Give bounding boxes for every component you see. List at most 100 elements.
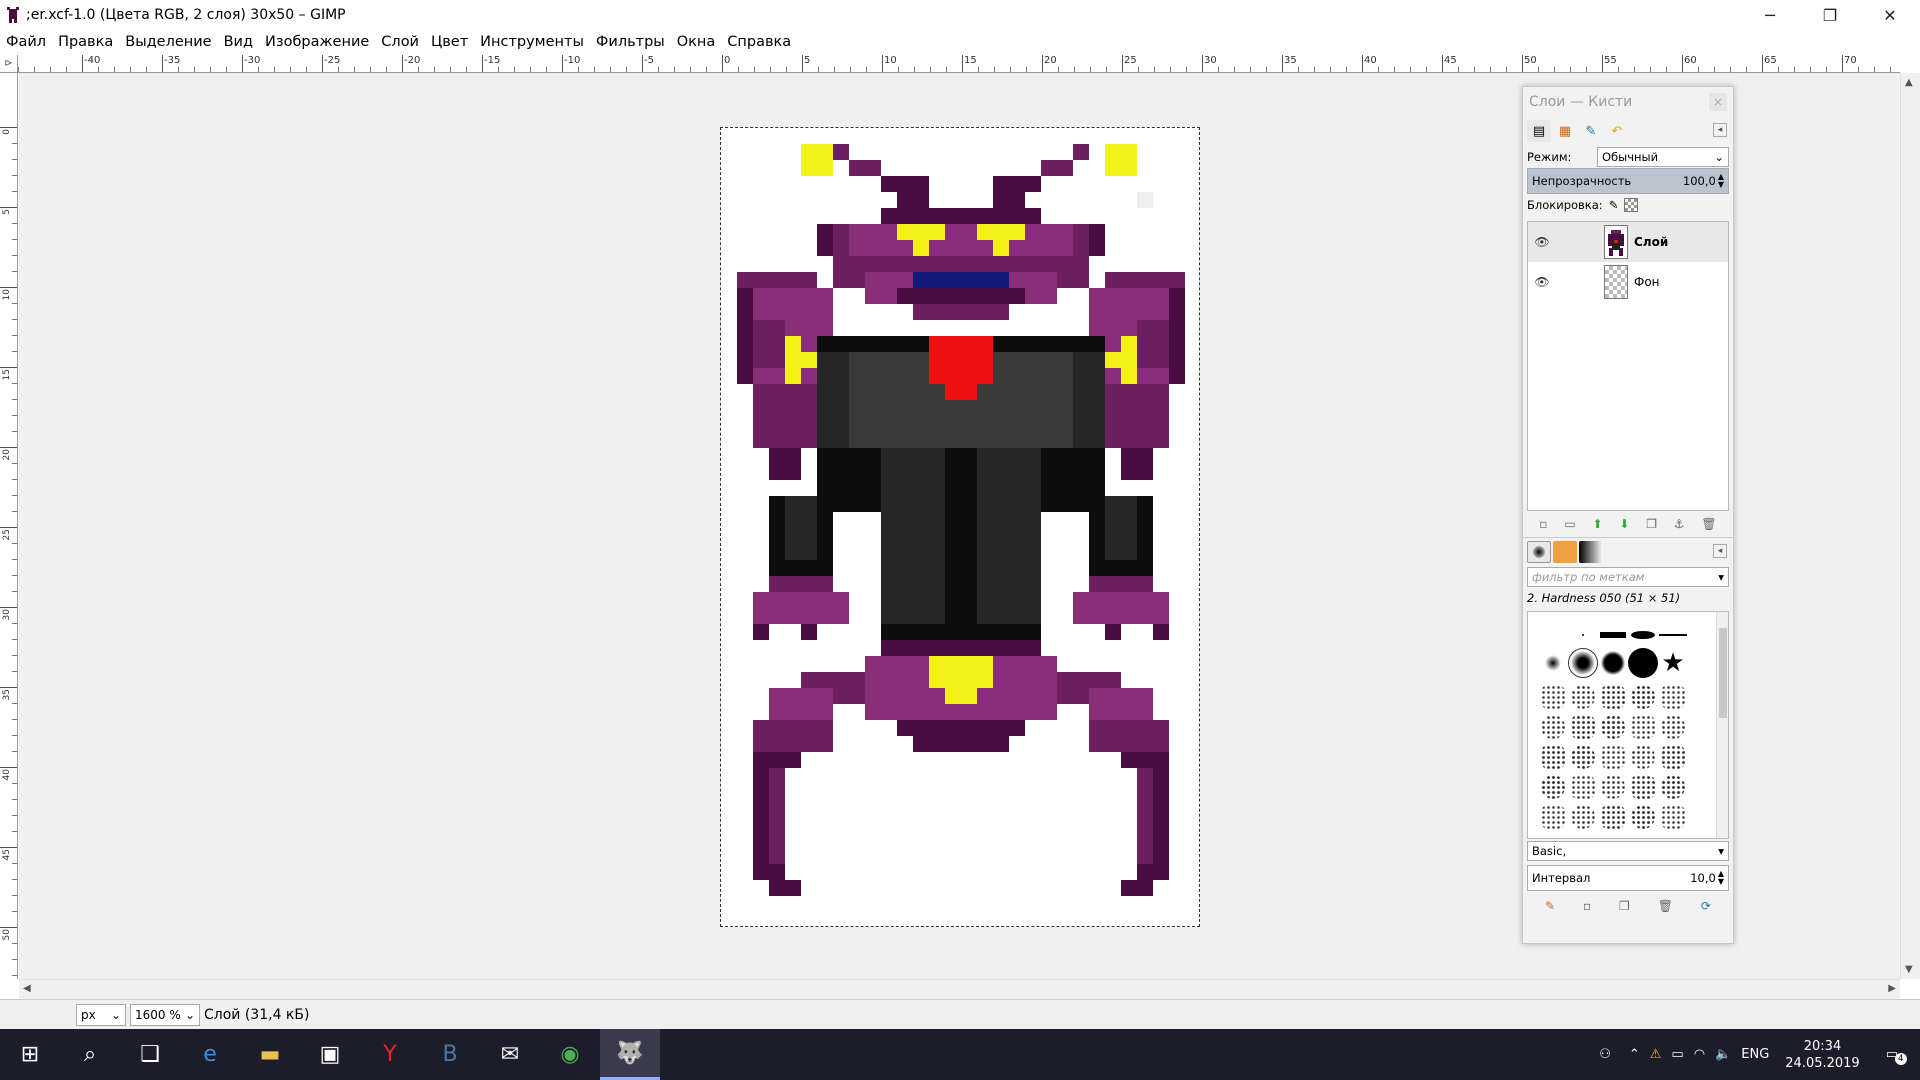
brush-soft-small-icon[interactable]: [1538, 648, 1568, 678]
visibility-eye-icon[interactable]: 👁: [1528, 275, 1556, 289]
tab-layers-icon[interactable]: ▤: [1527, 120, 1551, 142]
menu-help[interactable]: Справка: [721, 34, 797, 50]
brush-texture-icon[interactable]: [1598, 772, 1628, 802]
duplicate-brush-icon[interactable]: ❐: [1619, 899, 1630, 913]
layer-name[interactable]: Фон: [1634, 275, 1660, 289]
start-windows-icon[interactable]: ⊞: [0, 1029, 60, 1080]
tab-paths-icon[interactable]: ✎: [1579, 120, 1603, 142]
clock[interactable]: 20:34 24.05.2019: [1785, 1038, 1859, 1072]
dock-menu-icon[interactable]: ◂: [1713, 544, 1727, 558]
battery-icon[interactable]: ▭: [1671, 1047, 1683, 1062]
minimize-button[interactable]: ─: [1740, 0, 1800, 30]
layers-list[interactable]: 👁 Слой 👁 Фон: [1527, 221, 1729, 511]
horizontal-scrollbar[interactable]: ◀ ▶: [19, 979, 1900, 999]
brush-texture-icon[interactable]: [1598, 802, 1628, 832]
menu-windows[interactable]: Окна: [671, 34, 722, 50]
brush-texture-icon[interactable]: [1628, 682, 1658, 712]
brush-texture-icon[interactable]: [1538, 772, 1568, 802]
new-group-icon[interactable]: ▭: [1564, 517, 1575, 531]
brush-hardness-075-icon[interactable]: [1598, 648, 1628, 678]
vertical-scrollbar[interactable]: ▲ ▼: [1900, 73, 1920, 979]
notifications-button[interactable]: ▭ 4: [1886, 1047, 1907, 1065]
brush-dot-small-icon[interactable]: [1568, 620, 1598, 650]
brush-texture-icon[interactable]: [1628, 772, 1658, 802]
scroll-left-icon[interactable]: ◀: [23, 983, 31, 994]
wifi-icon[interactable]: ◠: [1694, 1047, 1705, 1062]
brush-texture-icon[interactable]: [1598, 712, 1628, 742]
duplicate-layer-icon[interactable]: ❐: [1646, 517, 1657, 531]
file-explorer-icon[interactable]: ▬: [240, 1029, 300, 1080]
maximize-button[interactable]: ❐: [1800, 0, 1860, 30]
visibility-eye-icon[interactable]: 👁: [1528, 235, 1556, 249]
menu-image[interactable]: Изображение: [259, 34, 375, 50]
opacity-slider[interactable]: Непрозрачность 100,0 ▲ ▼: [1527, 168, 1729, 194]
brush-texture-icon[interactable]: [1658, 802, 1688, 832]
tab-undo-icon[interactable]: ↶: [1605, 120, 1629, 142]
brush-texture-icon[interactable]: [1658, 712, 1688, 742]
tab-brushes-icon[interactable]: [1527, 540, 1551, 563]
raise-layer-icon[interactable]: ⬆: [1592, 517, 1602, 531]
brush-hardness-050-icon[interactable]: [1568, 648, 1598, 678]
refresh-brushes-icon[interactable]: ⟳: [1701, 899, 1711, 913]
menu-edit[interactable]: Правка: [52, 34, 119, 50]
edit-brush-icon[interactable]: ✎: [1545, 899, 1555, 913]
warning-icon[interactable]: ⚠: [1650, 1047, 1662, 1062]
brush-texture-icon[interactable]: [1658, 682, 1688, 712]
brush-hardness-100-icon[interactable]: [1628, 648, 1658, 678]
tab-gradients-icon[interactable]: [1579, 540, 1603, 563]
image-canvas[interactable]: [720, 127, 1200, 927]
brush-ellipse-icon[interactable]: [1628, 620, 1658, 650]
layer-row-active[interactable]: 👁 Слой: [1528, 222, 1728, 262]
task-view-icon[interactable]: ❑: [120, 1029, 180, 1080]
dock-close-button[interactable]: ×: [1709, 93, 1727, 111]
ruler-corner-button[interactable]: ⊳: [0, 55, 18, 73]
brush-texture-icon[interactable]: [1598, 682, 1628, 712]
store-icon[interactable]: ▣: [300, 1029, 360, 1080]
spinner-icon[interactable]: ▲ ▼: [1718, 173, 1724, 189]
brush-star-icon[interactable]: ★: [1658, 648, 1688, 678]
language-indicator[interactable]: ENG: [1741, 1047, 1769, 1062]
brush-texture-icon[interactable]: [1568, 802, 1598, 832]
gimp-taskbar-icon[interactable]: 🐺: [600, 1029, 660, 1080]
spacing-slider[interactable]: Интервал 10,0 ▲ ▼: [1527, 865, 1729, 891]
brush-tag-input[interactable]: Basic, ▾: [1527, 841, 1729, 861]
people-icon[interactable]: ⚇: [1599, 1047, 1611, 1062]
menu-layer[interactable]: Слой: [375, 34, 425, 50]
mail-icon[interactable]: ✉: [480, 1029, 540, 1080]
brush-texture-icon[interactable]: [1538, 742, 1568, 772]
brush-filter-input[interactable]: фильтр по меткам ▾: [1527, 567, 1729, 587]
scroll-down-icon[interactable]: ▼: [1905, 964, 1913, 975]
dock-menu-icon[interactable]: ◂: [1713, 123, 1727, 137]
brush-texture-icon[interactable]: [1628, 802, 1658, 832]
brush-texture-icon[interactable]: [1568, 682, 1598, 712]
brush-texture-icon[interactable]: [1568, 712, 1598, 742]
menu-file[interactable]: Файл: [0, 34, 52, 50]
scroll-up-icon[interactable]: ▲: [1905, 77, 1913, 88]
new-layer-icon[interactable]: ▫: [1539, 517, 1547, 531]
new-brush-icon[interactable]: ▫: [1583, 899, 1591, 913]
unit-select[interactable]: px ⌄: [76, 1003, 126, 1026]
brush-texture-icon[interactable]: [1658, 772, 1688, 802]
delete-layer-icon[interactable]: 🗑: [1701, 517, 1716, 531]
edge-icon[interactable]: e: [180, 1029, 240, 1080]
brush-scrollbar[interactable]: [1716, 612, 1728, 838]
brush-texture-icon[interactable]: [1538, 712, 1568, 742]
brush-texture-icon[interactable]: [1538, 682, 1568, 712]
brush-texture-icon[interactable]: [1598, 742, 1628, 772]
lock-alpha-icon[interactable]: [1624, 198, 1639, 212]
brush-texture-icon[interactable]: [1568, 742, 1598, 772]
yandex-browser-icon[interactable]: Y: [360, 1029, 420, 1080]
anchor-layer-icon[interactable]: ⚓: [1674, 517, 1685, 531]
lower-layer-icon[interactable]: ⬇: [1619, 517, 1629, 531]
horizontal-ruler[interactable]: -40 -35 -30 -25 -20 -15 -10 -5 0 5 10 15 20 25 30 35 40 4…: [18, 55, 1900, 73]
chevron-up-icon[interactable]: ⌃: [1629, 1047, 1640, 1062]
brush-line-thick-icon[interactable]: [1598, 620, 1628, 650]
brush-texture-icon[interactable]: [1628, 742, 1658, 772]
lock-pixels-icon[interactable]: ✎: [1609, 198, 1619, 212]
menu-select[interactable]: Выделение: [119, 34, 217, 50]
zoom-select[interactable]: 1600 % ⌄: [130, 1003, 200, 1026]
menu-colors[interactable]: Цвет: [425, 34, 474, 50]
vertical-ruler[interactable]: 0 5 10 15 20 25 30 35 40 45 50: [0, 73, 18, 979]
close-button[interactable]: ✕: [1860, 0, 1920, 30]
menu-tools[interactable]: Инструменты: [474, 34, 590, 50]
